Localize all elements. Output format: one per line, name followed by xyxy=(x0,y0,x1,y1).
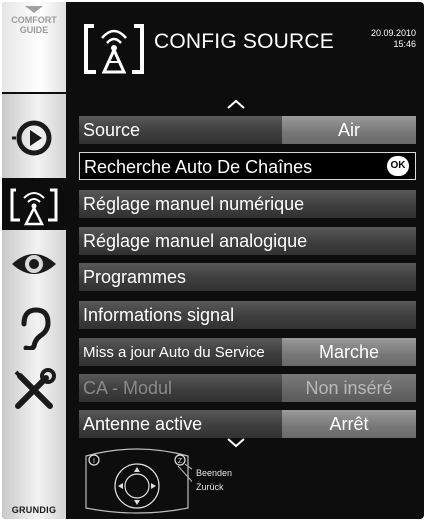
menu-item-signal-info[interactable]: Informations signal xyxy=(79,301,416,329)
menu-item-manual-digital[interactable]: Réglage manuel numérique xyxy=(79,190,416,218)
auto-update-value[interactable]: Marche xyxy=(282,338,416,366)
menu-item-auto-service-update[interactable]: Miss a jour Auto du Service Marche xyxy=(79,338,416,366)
comfort-guide-label: COMFORT GUIDE xyxy=(11,15,57,35)
menu-item-source[interactable]: Source Air xyxy=(79,116,416,144)
tv-menu-screen: COMFORT GUIDE GRUNDIG CONFIG SOURCE 20.0… xyxy=(2,2,424,519)
time-text: 15:46 xyxy=(393,39,416,49)
menu-item-ca-module: CA - Modul Non inséré xyxy=(79,374,416,402)
remote-control-diagram: I Z xyxy=(85,448,192,514)
sidebar-item-source-config[interactable] xyxy=(2,178,66,230)
back-legend: Zurück xyxy=(196,482,224,492)
ok-button[interactable]: OK xyxy=(387,156,409,176)
menu-item-auto-search[interactable]: Recherche Auto De Chaînes OK xyxy=(79,152,416,180)
ear-icon[interactable] xyxy=(8,306,60,350)
playback-icon[interactable] xyxy=(8,116,60,160)
exit-legend: Beenden xyxy=(196,468,233,478)
page-title: CONFIG SOURCE xyxy=(154,30,334,53)
comfort-guide-button[interactable]: COMFORT GUIDE xyxy=(2,2,66,94)
source-value[interactable]: Air xyxy=(282,116,416,144)
menu-item-manual-analog[interactable]: Réglage manuel analogique xyxy=(79,227,416,255)
date-text: 20.09.2010 xyxy=(370,28,416,38)
ca-module-value: Non inséré xyxy=(282,374,416,402)
tools-icon[interactable] xyxy=(8,368,60,412)
chevron-down-icon xyxy=(25,6,43,13)
eye-icon[interactable] xyxy=(8,242,60,286)
brand-logo: GRUNDIG xyxy=(11,505,57,515)
scroll-down-icon[interactable] xyxy=(226,436,246,448)
datetime: 20.09.2010 15:46 xyxy=(371,28,416,50)
svg-text:I: I xyxy=(93,458,95,465)
menu-item-programmes[interactable]: Programmes xyxy=(79,263,416,291)
scroll-up-icon[interactable] xyxy=(226,98,246,110)
source-config-icon xyxy=(10,188,58,226)
source-config-icon xyxy=(84,24,144,74)
sidebar: COMFORT GUIDE GRUNDIG xyxy=(2,2,66,519)
svg-text:Z: Z xyxy=(178,458,183,465)
menu-item-active-antenna[interactable]: Antenne active Arrêt xyxy=(79,410,416,438)
active-antenna-value[interactable]: Arrêt xyxy=(282,410,416,438)
